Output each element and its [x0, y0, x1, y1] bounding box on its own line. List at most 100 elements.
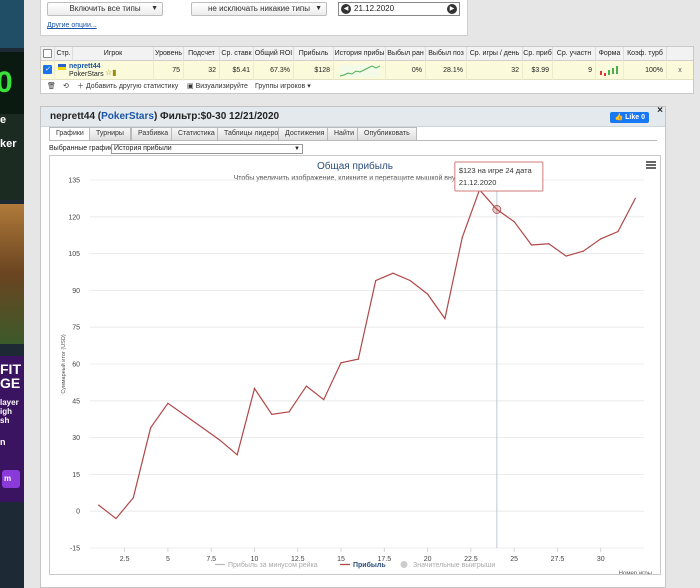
visualize-button[interactable]: ▣ Визуализируйте [187, 81, 248, 93]
data-point [149, 427, 152, 429]
date-picker[interactable]: ◀ 21.12.2020 ▶ [338, 2, 460, 16]
legend-label: Прибыль за минусом рейка [228, 561, 318, 569]
ad-banner-purple[interactable]: FIT GE layer igh sh n m [0, 356, 24, 502]
chart-title: Общая прибыль [317, 160, 393, 172]
col-header[interactable]: Общий ROI [254, 47, 294, 61]
tab-charts[interactable]: Графики [49, 127, 91, 140]
next-date-icon[interactable]: ▶ [447, 4, 457, 14]
col-header[interactable]: Выбыл ран [386, 47, 426, 61]
row-checkbox[interactable]: ✓ [43, 65, 52, 74]
data-point [375, 279, 377, 282]
data-point [288, 411, 290, 413]
cell-form [596, 61, 624, 80]
player-name-link[interactable]: neprett44 [69, 63, 101, 71]
exclude-types-dropdown[interactable]: не исключать никакие типы ▼ [191, 2, 327, 16]
include-types-dropdown[interactable]: Включить все типы ▼ [47, 2, 163, 16]
chevron-down-icon: ▼ [151, 5, 158, 12]
data-point [167, 402, 169, 404]
player-groups-label: Группы игроков [255, 83, 306, 90]
panel-title: neprett44 (PokerStars) Фильтр:$0-30 12/2… [50, 111, 279, 122]
chevron-down-icon: ▼ [294, 146, 300, 152]
title-player: neprett44 ( [50, 111, 102, 122]
prev-date-icon[interactable]: ◀ [341, 4, 351, 14]
col-header[interactable]: Ср. игры / день [467, 47, 523, 61]
y-tick-label: 105 [68, 251, 80, 258]
remove-row-icon[interactable]: x [667, 61, 693, 80]
select-all-checkbox[interactable] [43, 49, 52, 58]
data-point [184, 414, 186, 417]
ad-banner-photo[interactable] [0, 204, 24, 344]
col-header[interactable]: Ср. приб [523, 47, 553, 61]
ad-banner-mid[interactable]: e ker [0, 114, 24, 200]
hover-marker [492, 205, 502, 214]
tooltip-line1: $123 на игре 24 дата [459, 166, 533, 175]
favorite-pin-icon[interactable]: ☆▮ [105, 63, 117, 80]
profit-chart[interactable]: Общая прибыль Чтобы увеличить изображение… [49, 155, 661, 575]
x-tick-label: 15 [337, 556, 345, 563]
x-tick-label: 5 [166, 556, 170, 563]
facebook-like-button[interactable]: 👍 Like 0 [610, 112, 649, 123]
exclude-types-label: не исключать никакие типы [207, 4, 310, 13]
tab-find[interactable]: Найти [327, 127, 361, 140]
tab-statistics[interactable]: Статистика [171, 127, 222, 140]
col-header[interactable]: Ср. ставк [220, 47, 254, 61]
data-point [132, 497, 134, 499]
tab-achievements[interactable]: Достижения [278, 127, 332, 140]
close-panel-button[interactable]: × [657, 105, 663, 116]
tab-tournaments[interactable]: Турниры [89, 127, 131, 140]
chart-subtitle: Чтобы увеличить изображение, кликните и … [234, 174, 467, 182]
table-row[interactable]: ✓ neprett44 PokerStars ☆▮ 75 32 $5.41 67… [41, 61, 693, 80]
chart-select[interactable]: История прибыли ▼ [111, 144, 303, 154]
ad-banner-green[interactable]: 0 [0, 52, 24, 114]
col-header[interactable]: Игрок [73, 47, 154, 61]
add-stat-button[interactable]: ＋ Добавить другую статистику [77, 81, 178, 93]
col-header[interactable]: История прибы [334, 47, 386, 61]
data-point [617, 230, 619, 233]
x-axis-label: Номер игры [619, 571, 652, 574]
y-tick-label: 0 [76, 509, 80, 516]
other-options-link[interactable]: Другие опции... [47, 22, 97, 29]
data-point [115, 517, 117, 520]
tab-publish[interactable]: Опубликовать [357, 127, 417, 140]
data-point [409, 279, 411, 282]
legend-label: Значительные выигрыши [413, 562, 495, 569]
cell-profit-history [334, 61, 386, 80]
title-filter: ) Фильтр:$0-30 12/21/2020 [153, 111, 280, 122]
y-tick-label: 75 [72, 325, 80, 332]
data-point [323, 398, 325, 401]
data-point [565, 255, 567, 257]
ad-banner-top[interactable] [0, 0, 24, 48]
col-header[interactable]: Стр. [55, 47, 73, 61]
col-header[interactable]: Выбыл поз [426, 47, 467, 61]
y-tick-label: -15 [70, 546, 80, 553]
refresh-icon[interactable]: ⟲ [63, 81, 69, 93]
thumbs-up-icon: 👍 [614, 114, 624, 121]
y-tick-label: 135 [68, 178, 80, 185]
ad-sidebar: 0 e ker FIT GE layer igh sh n m [0, 0, 24, 588]
add-stat-label: Добавить другую статистику [85, 83, 179, 90]
data-point [305, 385, 308, 387]
player-groups-dropdown[interactable]: Группы игроков ▾ [255, 81, 311, 93]
cell-roi: 67.3% [254, 61, 294, 80]
x-tick-label: 7.5 [206, 556, 216, 563]
title-site-link[interactable]: PokerStars [101, 111, 154, 122]
tab-breakdown[interactable]: Разбивка [131, 127, 176, 140]
col-header[interactable]: Форма [596, 47, 624, 61]
ukraine-flag-icon [58, 64, 66, 70]
tab-divider [49, 140, 657, 141]
col-header[interactable]: Ср. участн [553, 47, 596, 61]
col-header[interactable]: Уровень [154, 47, 184, 61]
cell-late-out: 28.1% [426, 61, 467, 80]
profit-series-line [98, 188, 636, 520]
col-header[interactable]: Коэф. турб [624, 47, 667, 61]
y-tick-label: 60 [72, 362, 80, 369]
col-header[interactable]: Подсчет [184, 47, 220, 61]
trash-icon[interactable]: 🗑 [47, 81, 56, 93]
data-point [530, 244, 533, 246]
ad-cta-button[interactable]: m [2, 470, 20, 488]
col-header[interactable]: Прибыль [294, 47, 334, 61]
row-checkbox-cell: ✓ [41, 61, 55, 80]
data-point [271, 413, 273, 415]
visualize-label: Визуализируйте [195, 83, 248, 90]
data-point [426, 293, 429, 295]
